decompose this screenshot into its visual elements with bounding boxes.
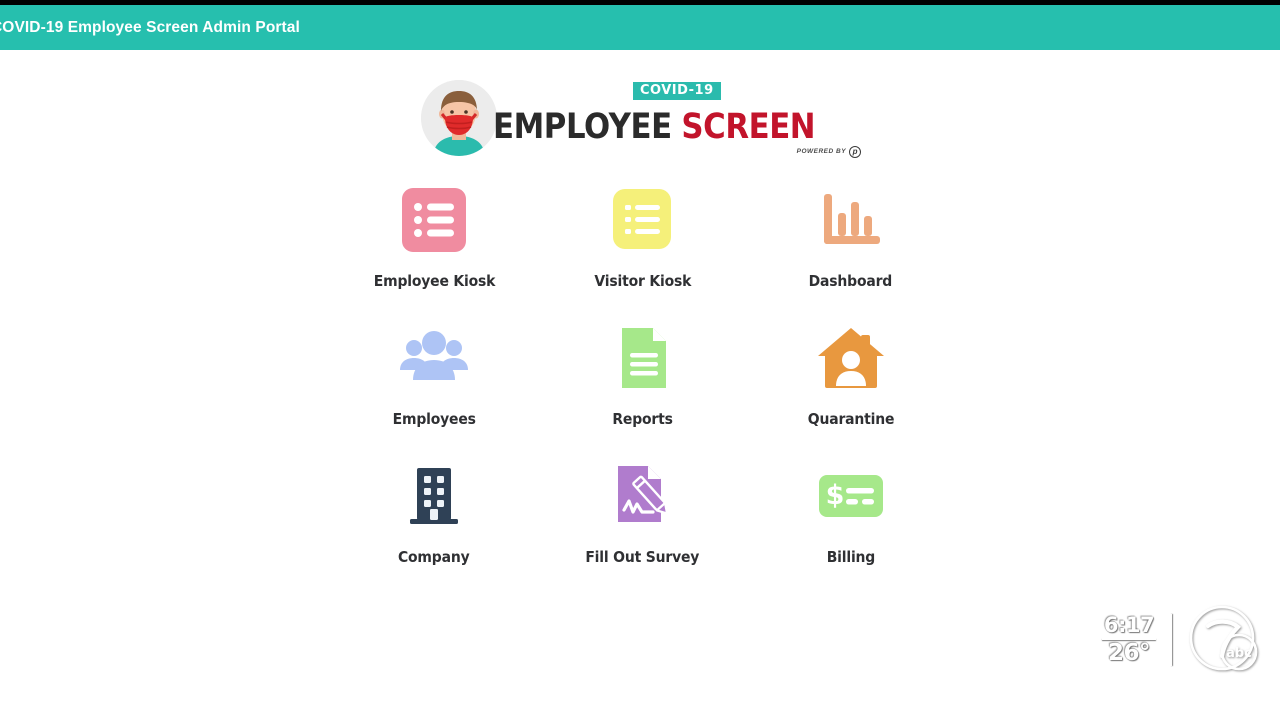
powered-by-label: POWERED BY bbox=[796, 148, 847, 155]
page-title: COVID-19 Employee Screen Admin Portal bbox=[0, 18, 300, 36]
tile-label: Visitor Kiosk bbox=[594, 272, 691, 290]
tile-label: Employees bbox=[392, 410, 476, 428]
app-header: COVID-19 Employee Screen Admin Portal bbox=[0, 5, 1280, 50]
document-lines-icon bbox=[602, 318, 682, 398]
tile-employee-kiosk[interactable]: Employee Kiosk bbox=[330, 180, 538, 290]
logo-word-employee: EMPLOYEE bbox=[492, 106, 672, 147]
people-group-icon bbox=[394, 318, 474, 398]
tile-label: Dashboard bbox=[809, 272, 893, 290]
station-bug: 6:17 26° abc bbox=[1102, 602, 1262, 678]
tile-visitor-kiosk[interactable]: Visitor Kiosk bbox=[538, 180, 746, 290]
house-person-icon bbox=[811, 318, 891, 398]
tile-billing[interactable]: $ Billing bbox=[747, 456, 955, 566]
tile-label: Fill Out Survey bbox=[585, 548, 700, 566]
bar-chart-icon bbox=[811, 180, 891, 260]
list-icon bbox=[602, 180, 682, 260]
tile-dashboard[interactable]: Dashboard bbox=[747, 180, 955, 290]
logo-wordmark: EMPLOYEE SCREEN bbox=[492, 106, 816, 147]
tile-reports[interactable]: Reports bbox=[538, 318, 746, 428]
tile-quarantine[interactable]: Quarantine bbox=[747, 318, 955, 428]
document-pencil-signature-icon bbox=[602, 456, 682, 536]
temperature-value: 26° bbox=[1107, 640, 1151, 667]
powered-by: POWERED BY p bbox=[796, 145, 862, 158]
logo-word-screen: SCREEN bbox=[681, 106, 816, 147]
tile-company[interactable]: Company bbox=[330, 456, 538, 566]
tile-label: Quarantine bbox=[807, 410, 895, 428]
station-logo-7abc-icon: abc bbox=[1186, 602, 1262, 678]
svg-text:$: $ bbox=[825, 480, 844, 511]
checklist-icon bbox=[394, 180, 474, 260]
brand-logo: COVID-19 EMPLOYEE SCREEN POWERED BY p bbox=[0, 74, 1280, 162]
masked-person-avatar-icon bbox=[420, 80, 497, 156]
station-network-label: abc bbox=[1226, 646, 1252, 661]
powered-by-mark-icon: p bbox=[849, 145, 862, 158]
tile-employees[interactable]: Employees bbox=[330, 318, 538, 428]
covid-badge: COVID-19 bbox=[632, 81, 721, 100]
tile-label: Employee Kiosk bbox=[373, 272, 495, 290]
bug-vertical-divider bbox=[1170, 614, 1172, 666]
tile-label: Billing bbox=[826, 548, 876, 566]
invoice-dollar-icon: $ bbox=[811, 456, 891, 536]
admin-tile-grid: Employee Kiosk Visitor Kiosk Dashboard E… bbox=[330, 180, 955, 566]
time-temperature-block: 6:17 26° bbox=[1102, 613, 1156, 667]
clock-time: 6:17 bbox=[1103, 613, 1155, 638]
tile-label: Company bbox=[398, 548, 470, 566]
tile-fill-out-survey[interactable]: Fill Out Survey bbox=[538, 456, 746, 566]
tile-label: Reports bbox=[612, 410, 673, 428]
office-building-icon bbox=[394, 456, 474, 536]
